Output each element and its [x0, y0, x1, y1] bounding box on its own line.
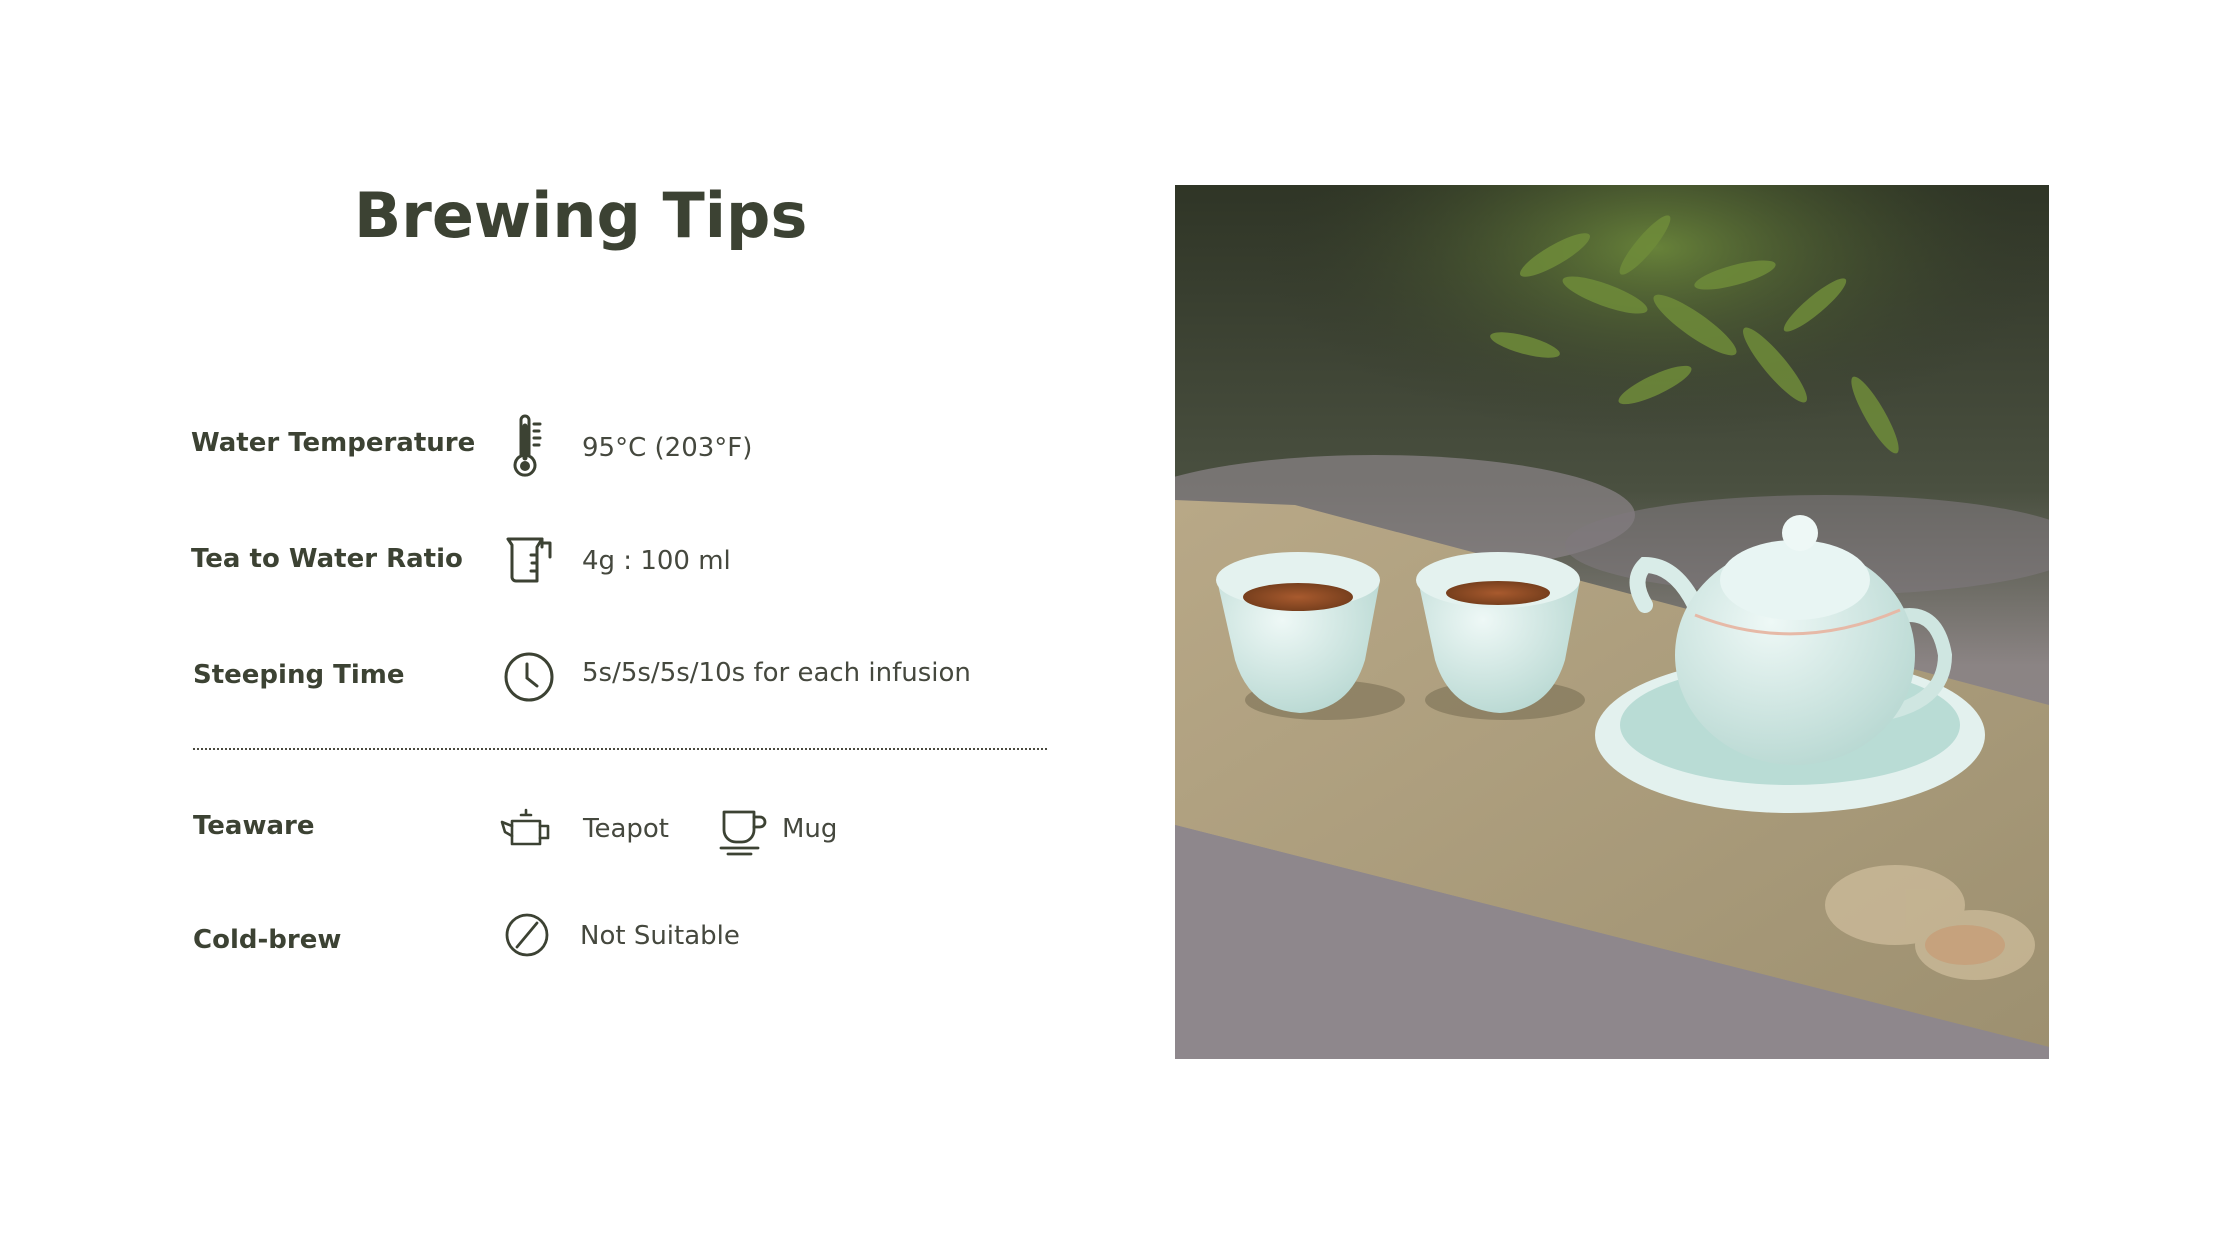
thermometer-icon — [510, 414, 546, 480]
teaware-label: Teaware — [193, 811, 315, 841]
mug-icon — [718, 808, 770, 856]
steeping-time-value: 5s/5s/5s/10s for each infusion — [582, 658, 971, 688]
tea-water-ratio-value: 4g : 100 ml — [582, 546, 731, 576]
celadon-teapot-and-cups-photo — [1175, 185, 2049, 1059]
page-title: Brewing Tips — [354, 179, 808, 252]
steeping-time-label: Steeping Time — [193, 660, 405, 690]
clock-icon — [503, 651, 555, 703]
mug-label: Mug — [782, 814, 838, 844]
cold-brew-value: Not Suitable — [580, 921, 740, 951]
prohibited-icon — [504, 912, 550, 958]
water-temperature-value: 95°C (203°F) — [582, 433, 753, 463]
teapot-icon — [499, 808, 553, 848]
section-divider — [193, 748, 1047, 750]
water-temperature-label: Water Temperature — [191, 428, 476, 458]
measuring-jug-icon — [504, 535, 556, 585]
teapot-label: Teapot — [583, 814, 669, 844]
cold-brew-label: Cold-brew — [193, 925, 342, 955]
tea-water-ratio-label: Tea to Water Ratio — [191, 544, 463, 574]
